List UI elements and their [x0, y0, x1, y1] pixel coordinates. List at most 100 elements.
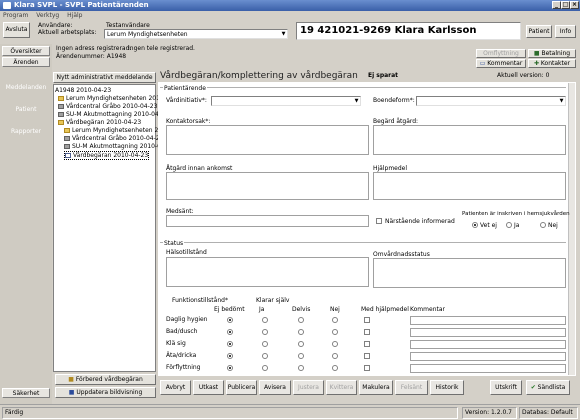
- minimize-button[interactable]: _: [552, 1, 561, 9]
- tree-item[interactable]: Vårdcentral Gråbo 2010-04-23: [64, 135, 163, 142]
- form-title: Vårdbegäran/komplettering av vårdbegäran: [160, 71, 358, 81]
- menu-tools[interactable]: Verktyg: [36, 12, 59, 19]
- with-aids-checkbox[interactable]: [364, 341, 370, 347]
- tab-cases[interactable]: Ärenden: [2, 57, 50, 67]
- building-icon: [64, 144, 70, 149]
- with-aids-checkbox[interactable]: [364, 317, 370, 323]
- version-text: Version: 1.2.0.7: [462, 407, 517, 419]
- forwarding-button[interactable]: Omflyttning: [476, 49, 526, 58]
- medicine-field[interactable]: [166, 215, 369, 227]
- assessment-radio[interactable]: [227, 365, 233, 371]
- assessment-radio[interactable]: [227, 353, 233, 359]
- radio-yes[interactable]: [506, 222, 512, 228]
- assessment-radio[interactable]: [332, 341, 338, 347]
- tree-item[interactable]: A1948 2010-04-23: [55, 87, 111, 94]
- draft-button[interactable]: Utkast: [193, 380, 224, 395]
- radio-unknown[interactable]: [472, 222, 478, 228]
- chevron-down-icon: ▼: [354, 98, 359, 104]
- assessment-radio[interactable]: [227, 341, 233, 347]
- comment-field[interactable]: [410, 328, 566, 337]
- document-icon: [65, 153, 71, 158]
- tree-item[interactable]: SU-M Akutmottagning 2010-04-23: [58, 111, 169, 118]
- initiative-select[interactable]: ▼: [211, 96, 361, 106]
- prepare-care-request-button[interactable]: ■ Förbered vårdbegäran: [55, 374, 156, 385]
- history-button[interactable]: Historik: [430, 380, 464, 395]
- tab-overviews[interactable]: Översikter: [2, 46, 50, 56]
- notify-button[interactable]: Avisera: [259, 380, 291, 395]
- form-version: Aktuell version: 0: [497, 72, 550, 79]
- initiative-label: Vårdinitiativ*:: [166, 97, 207, 104]
- assessment-radio[interactable]: [298, 329, 304, 335]
- print-button[interactable]: Utskrift: [490, 380, 522, 395]
- comment-field[interactable]: [410, 340, 566, 349]
- status-section-title: Status: [163, 240, 185, 247]
- close-window-button[interactable]: ×: [570, 1, 579, 9]
- assessment-radio[interactable]: [332, 365, 338, 371]
- publish-button[interactable]: Publicera: [226, 380, 257, 395]
- comment-field[interactable]: [410, 352, 566, 361]
- menu-program[interactable]: Program: [3, 12, 28, 19]
- radio-no[interactable]: [540, 222, 546, 228]
- tree-item-selected[interactable]: Vårdbegäran 2010-04-23: [64, 151, 150, 160]
- form-scrollbar[interactable]: [568, 83, 575, 375]
- menu-help[interactable]: Hjälp: [67, 12, 82, 19]
- maximize-button[interactable]: □: [561, 1, 570, 9]
- assessment-radio[interactable]: [262, 329, 268, 335]
- nav-reports[interactable]: Rapporter: [0, 128, 52, 135]
- contact-reason-field[interactable]: [166, 125, 369, 155]
- with-aids-checkbox[interactable]: [364, 365, 370, 371]
- radio-yes-label: Ja: [514, 222, 520, 229]
- new-admin-message-button[interactable]: Nytt administrativt meddelande: [53, 72, 156, 83]
- relative-informed-checkbox[interactable]: [376, 218, 382, 224]
- with-aids-checkbox[interactable]: [364, 353, 370, 359]
- residence-select[interactable]: ▼: [416, 96, 566, 106]
- contacts-button[interactable]: ✚ Kontakter: [528, 59, 576, 68]
- tab-security[interactable]: Säkerhet: [2, 388, 50, 398]
- save-status: Ej sparat: [368, 72, 399, 79]
- with-aids-checkbox[interactable]: [364, 329, 370, 335]
- patient-button[interactable]: Patient: [526, 25, 552, 38]
- folder-icon: [58, 96, 64, 101]
- missent-button[interactable]: Felsänt: [395, 380, 428, 395]
- workplace-select[interactable]: Lerum Myndighetsenheten ▼: [104, 29, 288, 39]
- building-icon: [64, 136, 70, 141]
- care-status-field[interactable]: [373, 258, 566, 288]
- comment-field[interactable]: [410, 316, 566, 325]
- action-before-field[interactable]: [166, 172, 369, 200]
- payment-button[interactable]: ■ Betalning: [528, 49, 576, 58]
- assessment-radio[interactable]: [298, 365, 304, 371]
- assessment-radio[interactable]: [262, 353, 268, 359]
- cancel-button[interactable]: Avbryt: [160, 380, 191, 395]
- assessment-radio[interactable]: [298, 341, 304, 347]
- assessment-radio[interactable]: [227, 317, 233, 323]
- health-field[interactable]: [166, 257, 369, 287]
- assessment-radio[interactable]: [262, 365, 268, 371]
- assessment-radio[interactable]: [332, 353, 338, 359]
- void-button[interactable]: Makulera: [359, 380, 393, 395]
- acknowledge-button[interactable]: Kvittera: [326, 380, 357, 395]
- adjust-button[interactable]: Justera: [293, 380, 324, 395]
- nav-patient[interactable]: Patient: [0, 106, 52, 113]
- relative-informed-label: Närstående informerad: [385, 218, 455, 225]
- case-tree: A1948 2010-04-23 Lerum Myndighetsenheten…: [53, 84, 189, 372]
- comment-field[interactable]: [410, 364, 566, 373]
- logout-button[interactable]: Avsluta: [3, 22, 30, 38]
- nav-messages[interactable]: Meddelanden: [0, 84, 52, 91]
- assessment-radio[interactable]: [298, 317, 304, 323]
- assessment-radio[interactable]: [227, 329, 233, 335]
- chevron-down-icon: ▼: [281, 31, 286, 37]
- comment-button[interactable]: ▭ Kommentar: [476, 59, 526, 68]
- aids-field[interactable]: [373, 172, 566, 200]
- send-list-icon: ✔: [530, 384, 536, 391]
- tree-item[interactable]: Vårdbegäran 2010-04-23: [58, 119, 141, 126]
- assessment-radio[interactable]: [298, 353, 304, 359]
- tree-item[interactable]: Vårdcentral Gråbo 2010-04-23: [58, 103, 157, 110]
- assessment-radio[interactable]: [262, 341, 268, 347]
- assessment-radio[interactable]: [262, 317, 268, 323]
- assessment-radio[interactable]: [332, 329, 338, 335]
- info-button[interactable]: Info: [555, 25, 576, 38]
- update-image-button[interactable]: ■ Uppdatera bildvisning: [55, 387, 156, 398]
- send-list-button[interactable]: ✔ Sändlista: [526, 380, 570, 395]
- assessment-radio[interactable]: [332, 317, 338, 323]
- requested-action-field[interactable]: [373, 125, 566, 155]
